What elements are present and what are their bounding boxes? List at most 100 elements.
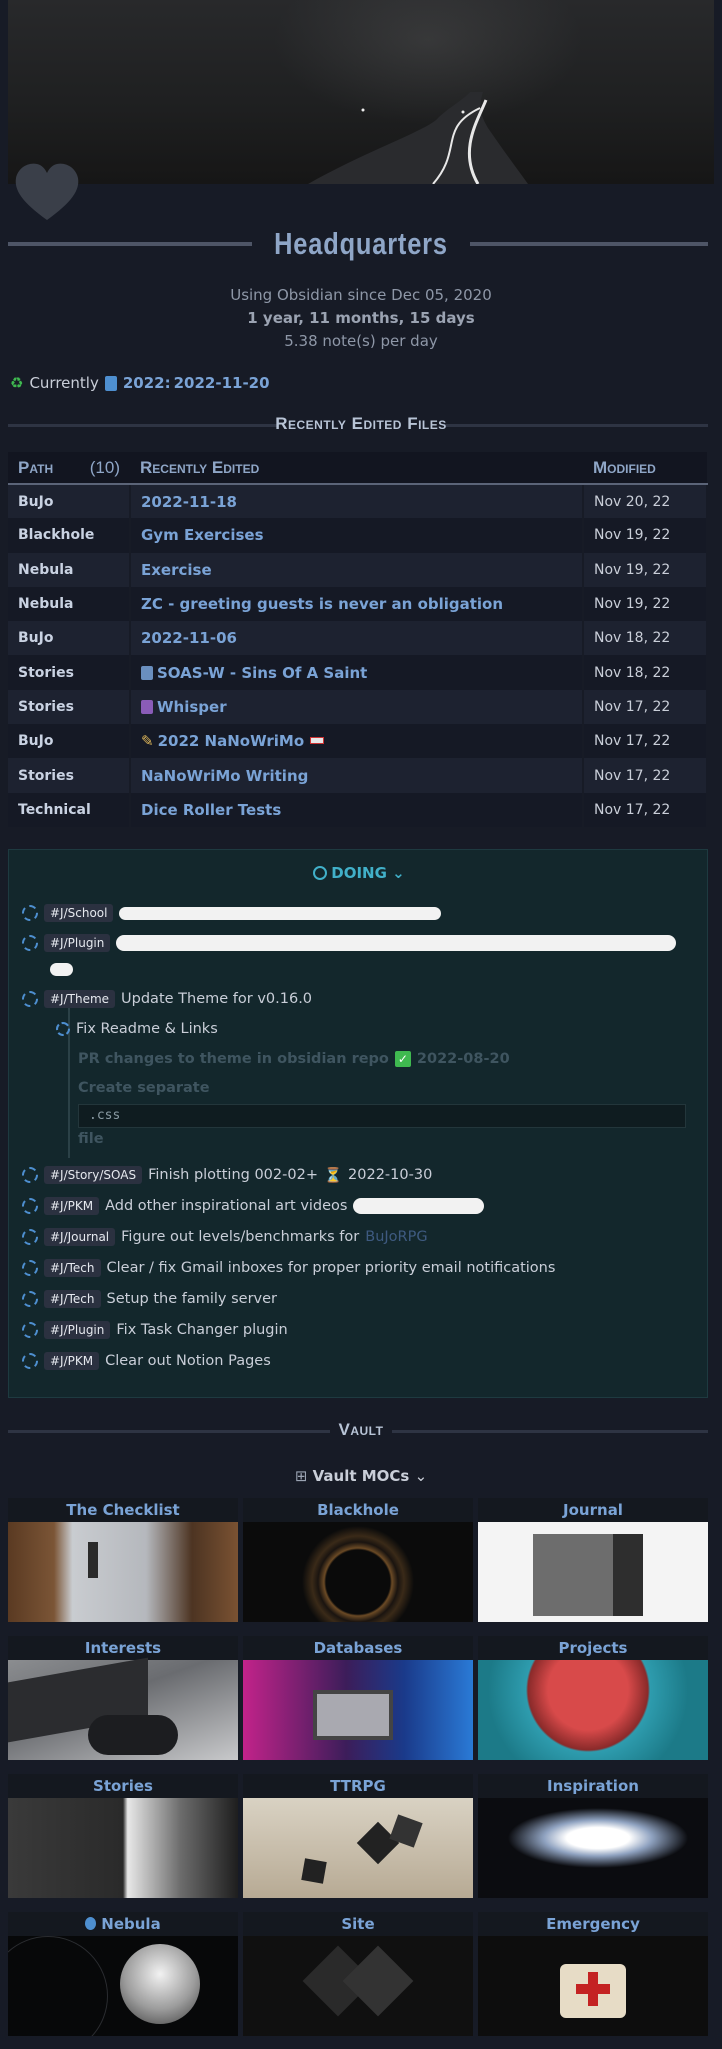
currently-link[interactable]: 2022-11-20 [174,374,270,392]
file-link[interactable]: 2022-11-06 [130,621,584,656]
banner-image [8,0,714,184]
task-tag[interactable]: #J/Tech [44,1290,101,1308]
task-tag[interactable]: #J/Story/SOAS [44,1166,143,1184]
recent-section-title: Recently Edited Files [275,414,447,433]
task-checkbox[interactable] [56,1022,70,1036]
duration-text: 1 year, 11 months, 15 days [247,309,475,327]
table-row: Nebula Exercise Nov 19, 22 [8,552,708,587]
heart-icon[interactable] [12,158,82,228]
task-tag[interactable]: #J/Journal [44,1228,116,1246]
task-tag[interactable]: #J/Plugin [44,934,111,952]
doing-title[interactable]: DOING ⌄ [9,864,709,882]
card-image [8,1936,238,2036]
card-image [478,1936,708,2036]
file-link[interactable]: Exercise [130,552,584,587]
task-tag[interactable]: #J/PKM [44,1352,100,1370]
currently-label: Currently [29,374,99,392]
file-link[interactable]: Gym Exercises [130,518,584,553]
task-item[interactable]: #J/PKM Clear out Notion Pages [22,1352,271,1370]
chevron-down-icon: ⌄ [414,1467,428,1485]
card-image [478,1522,708,1622]
chevron-down-icon: ⌄ [392,864,405,882]
task-item[interactable]: #J/Tech Setup the family server [22,1290,277,1308]
hourglass-icon: ⏳ [323,1167,343,1184]
task-checkbox[interactable] [22,1229,38,1245]
table-row: BuJo ✎ 2022 NaNoWriMo Nov 17, 22 [8,724,708,759]
currently-line: ♻ Currently 2022: 2022-11-20 [10,374,270,392]
vault-section-title: Vault [338,1420,384,1439]
document-icon [141,699,153,714]
task-tag[interactable]: #J/Tech [44,1259,101,1277]
file-link[interactable]: NaNoWriMo Writing [130,758,584,793]
redacted-text [353,1198,485,1214]
table-row: BuJo 2022-11-18 Nov 20, 22 [8,484,708,519]
moc-card-site[interactable]: Site [243,1912,473,2036]
task-item[interactable]: #J/Theme Update Theme for v0.16.0 [22,990,312,1008]
card-image [243,1660,473,1760]
table-row: Nebula ZC - greeting guests is never an o… [8,586,708,622]
grid-icon: ⊞ [294,1467,308,1485]
task-checkbox[interactable] [22,905,38,921]
redacted-text [119,906,442,920]
file-link[interactable]: ✎ 2022 NaNoWriMo [130,724,584,759]
task-item[interactable]: #J/Plugin Fix Task Changer plugin [22,1321,288,1339]
task-tag[interactable]: #J/School [44,904,114,922]
completed-subtask-text: file [78,1131,104,1147]
card-image [8,1657,238,1760]
moc-card-interests[interactable]: Interests [8,1636,238,1760]
table-row: Blackhole Gym Exercises Nov 19, 22 [8,518,708,553]
moc-card-blackhole[interactable]: Blackhole [243,1498,473,1622]
task-checkbox[interactable] [22,1198,38,1214]
task-checkbox[interactable] [22,1260,38,1276]
task-tag[interactable]: #J/Theme [44,990,116,1008]
task-checkbox[interactable] [22,991,38,1007]
task-checkbox[interactable] [22,1353,38,1369]
card-image [243,1798,473,1898]
rate-text: 5.38 note(s) per day [284,332,438,350]
file-link[interactable]: Whisper [130,689,584,725]
task-checkbox[interactable] [22,1167,38,1183]
moc-card-databases[interactable]: Databases [243,1636,473,1760]
task-checkbox[interactable] [22,1291,38,1307]
card-image [478,1798,708,1898]
moc-card-inspiration[interactable]: Inspiration [478,1774,708,1898]
card-image [8,1522,238,1622]
task-checkbox[interactable] [22,1322,38,1338]
task-tag[interactable]: #J/PKM [44,1197,100,1215]
task-tag[interactable]: #J/Plugin [44,1321,111,1339]
inline-code: .css [78,1104,686,1128]
column-recently-edited[interactable]: Recently Edited [130,452,583,485]
recent-files-table: Path (10) Recently Edited Modified BuJo 20… [8,452,708,827]
redacted-text [116,935,677,951]
task-item[interactable]: #J/Story/SOAS Finish plotting 002-02+ ⏳ 202… [22,1166,432,1184]
column-path[interactable]: Path (10) [8,452,130,485]
moc-card-the-checklist[interactable]: The Checklist [8,1498,238,1622]
moc-card-journal[interactable]: Journal [478,1498,708,1622]
check-mark-icon: ✓ [394,1051,411,1067]
check-circle-icon [313,866,328,880]
task-checkbox[interactable] [22,935,38,951]
subtask-item[interactable]: Fix Readme & Links [56,1021,218,1037]
file-link[interactable]: Dice Roller Tests [130,792,584,827]
moc-card-stories[interactable]: Stories [8,1774,238,1898]
task-item[interactable]: #J/Journal Figure out levels/benchmarks f… [22,1228,428,1246]
moc-card-ttrpg[interactable]: TTRPG [243,1774,473,1898]
task-item[interactable]: #J/School [22,904,442,922]
column-modified[interactable]: Modified [583,452,707,485]
moc-card-emergency[interactable]: Emergency [478,1912,708,2036]
card-image [243,1936,473,2036]
table-row: Technical Dice Roller Tests Nov 17, 22 [8,792,708,827]
moc-card-nebula[interactable]: Nebula [8,1912,238,2036]
table-row: Stories Whisper Nov 17, 22 [8,689,708,725]
vault-mocs-toggle[interactable]: ⊞ Vault MOCs ⌄ [0,1467,722,1485]
file-link[interactable]: 2022-11-18 [130,484,584,519]
completed-subtask: PR changes to theme in obsidian repo ✓ 202… [78,1051,510,1067]
moc-card-projects[interactable]: Projects [478,1636,708,1760]
flag-icon [310,737,325,745]
file-link[interactable]: SOAS-W - Sins Of A Saint [130,655,584,690]
unresolved-link[interactable]: BuJoRPG [365,1229,427,1245]
task-item[interactable]: #J/PKM Add other inspirational art videos [22,1197,485,1215]
file-link[interactable]: ZC - greeting guests is never an obligat… [130,586,584,622]
task-item[interactable]: #J/Plugin [22,934,677,952]
task-item[interactable]: #J/Tech Clear / fix Gmail inboxes for pro… [22,1259,555,1277]
